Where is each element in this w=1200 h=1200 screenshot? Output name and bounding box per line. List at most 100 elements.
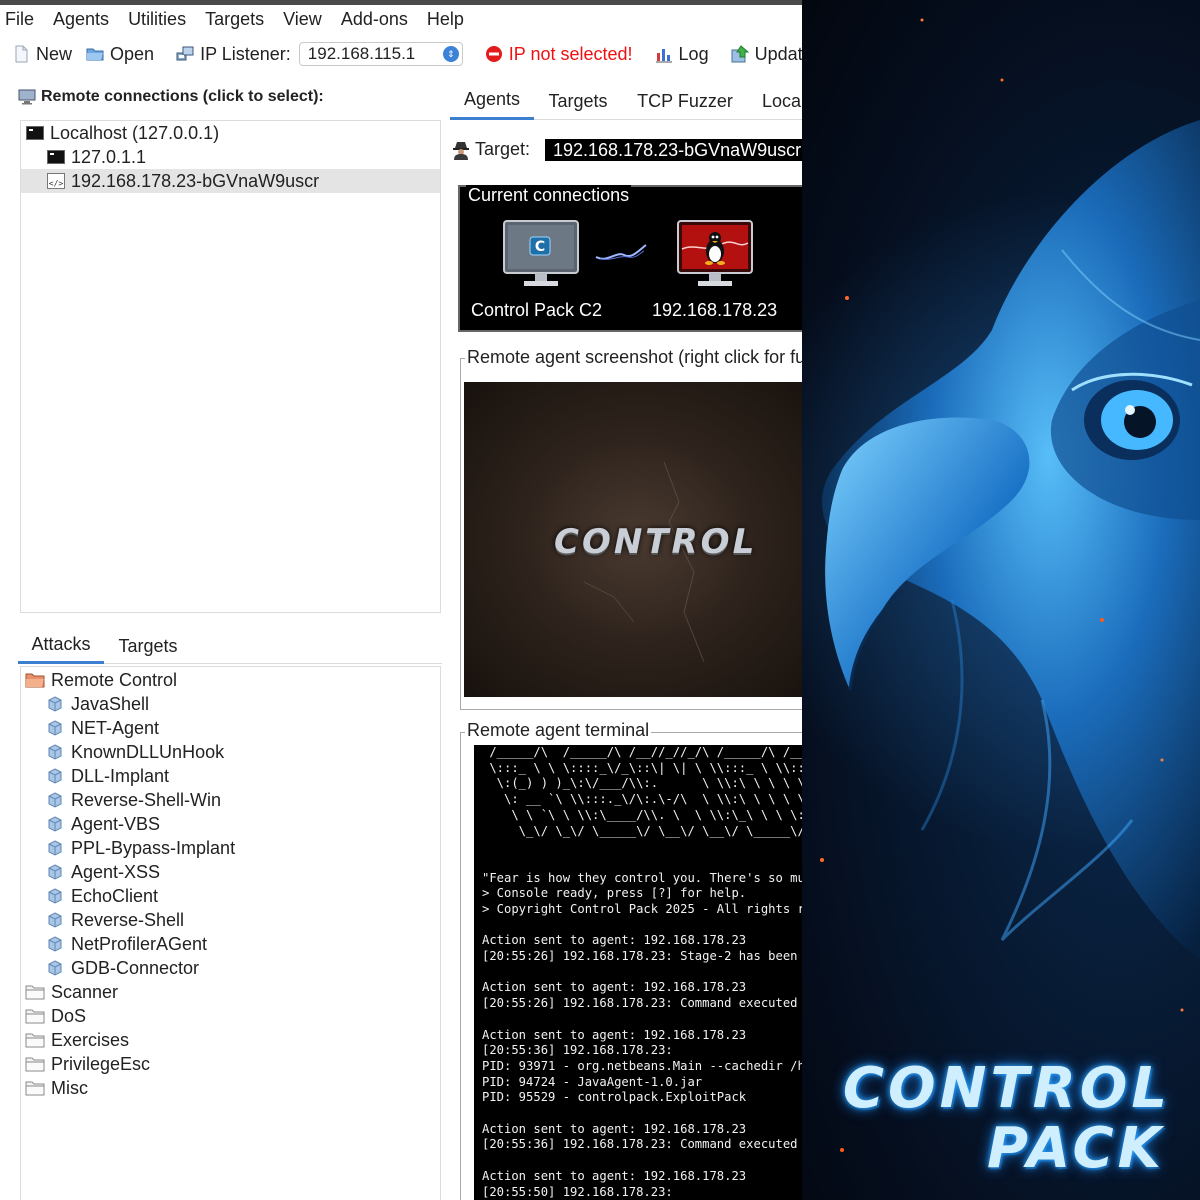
tab-agents[interactable]: Agents: [450, 82, 534, 120]
log-label: Log: [678, 43, 709, 64]
folder-label: DoS: [51, 1005, 87, 1026]
control-pack-window: File Agents Utilities Targets View Add-o…: [0, 0, 802, 1200]
tree-folder[interactable]: DoS: [21, 1004, 440, 1028]
folder-icon: [25, 1033, 45, 1048]
menu-utilities[interactable]: Utilities: [128, 9, 186, 30]
remote-agent-terminal[interactable]: /_____/\ /_____/\ /__//_//_/\ /_____/\ /…: [474, 745, 802, 1200]
open-label: Open: [110, 43, 155, 64]
main-tab-bar: Agents Targets TCP Fuzzer Loca: [450, 82, 802, 120]
new-button[interactable]: New: [12, 44, 72, 65]
ip-listener-value: 192.168.115.1: [307, 44, 416, 63]
tree-item-attack[interactable]: GDB-Connector: [21, 956, 440, 980]
tree-item-attack[interactable]: Reverse-Shell: [21, 908, 440, 932]
attack-label: NET-Agent: [71, 717, 160, 738]
attack-items: JavaShell NET-Agent KnownDLLUnHook DLL-Impl…: [21, 692, 440, 980]
attack-label: KnownDLLUnHook: [71, 741, 225, 762]
attack-label: GDB-Connector: [71, 957, 200, 978]
terminal-line: \_\/ \_\/ \_____\/ \__\/ \__\/ \_____\/ …: [518, 823, 802, 838]
terminal-line: [20:55:36] 192.168.178.23:: [482, 1043, 673, 1058]
toolbar: New Open IP Listener: 192.168.115.1 ⇕ IP…: [0, 36, 802, 72]
c2-monitor-icon: C: [503, 220, 579, 286]
tab-local[interactable]: Loca: [748, 82, 802, 120]
tree-folder[interactable]: Exercises: [21, 1028, 440, 1052]
open-button[interactable]: Open: [86, 44, 154, 65]
remote-host-label: 192.168.178.23: [652, 300, 778, 320]
tab-attacks[interactable]: Attacks: [18, 628, 104, 664]
tree-item-attack[interactable]: NET-Agent: [21, 716, 440, 740]
screenshot-logo-text: CONTROL: [554, 522, 758, 562]
tree-item-attack[interactable]: KnownDLLUnHook: [21, 740, 440, 764]
menu-help[interactable]: Help: [427, 9, 464, 30]
menu-view[interactable]: View: [283, 9, 322, 30]
module-cube-icon: [48, 840, 62, 856]
attack-label: Agent-VBS: [71, 813, 161, 834]
remote-control-label: Remote Control: [51, 669, 178, 690]
target-value: 192.168.178.23-bGVnaW9uscr: [545, 139, 802, 161]
ip-listener-label: IP Listener:: [200, 43, 291, 64]
agent-label: 192.168.178.23-bGVnaW9uscr: [71, 170, 320, 191]
lightning-link-icon: [595, 244, 647, 260]
update-button[interactable]: Update: [731, 44, 802, 65]
attack-label: Reverse-Shell-Win: [71, 789, 222, 810]
screenshot-title: Remote agent screenshot (right click for…: [465, 347, 802, 368]
module-cube-icon: [48, 696, 62, 712]
folder-icon: [25, 1057, 45, 1072]
folder-label: Exercises: [51, 1029, 130, 1050]
log-button[interactable]: Log: [655, 44, 709, 65]
tree-item-attack[interactable]: JavaShell: [21, 692, 440, 716]
module-cube-icon: [48, 768, 62, 784]
menu-targets[interactable]: Targets: [205, 9, 264, 30]
remote-screenshot-image[interactable]: CONTROL: [464, 382, 802, 697]
terminal-icon: [47, 150, 65, 164]
tree-node-agent-selected[interactable]: </> 192.168.178.23-bGVnaW9uscr: [21, 169, 440, 193]
tree-folder[interactable]: Scanner: [21, 980, 440, 1004]
tree-item-attack[interactable]: NetProfilerAGent: [21, 932, 440, 956]
no-entry-icon: [485, 46, 502, 62]
tree-node-localhost[interactable]: Localhost (127.0.0.1): [21, 121, 440, 145]
tab-targets[interactable]: Targets: [108, 628, 188, 664]
agent-label: 127.0.1.1: [71, 146, 147, 167]
target-label-row: Target:: [452, 139, 530, 160]
tree-item-attack[interactable]: Reverse-Shell-Win: [21, 788, 440, 812]
terminal-line: > Copyright Control Pack 2025 - All righ…: [482, 902, 802, 916]
update-icon: [731, 45, 749, 63]
terminal-line: "Fear is how they control you. There's s…: [482, 870, 802, 885]
terminal-line: PID: 95529 - controlpack.ExploitPack: [482, 1090, 747, 1105]
tree-item-attack[interactable]: PPL-Bypass-Implant: [21, 836, 440, 860]
attack-label: PPL-Bypass-Implant: [71, 837, 236, 858]
tree-folder[interactable]: Misc: [21, 1076, 440, 1100]
remote-connections-tree: Localhost (127.0.0.1) 127.0.1.1 </> 192.…: [20, 120, 441, 613]
tree-item-attack[interactable]: Agent-VBS: [21, 812, 440, 836]
target-label: Target:: [475, 139, 531, 159]
tree-node-agent[interactable]: 127.0.1.1: [21, 145, 440, 169]
terminal-line: Action sent to agent: 192.168.178.23: [482, 1168, 747, 1183]
ip-listener-input[interactable]: 192.168.115.1 ⇕: [298, 42, 463, 66]
folder-icon: [25, 985, 45, 1000]
ip-listener: IP Listener: 192.168.115.1 ⇕: [176, 42, 463, 66]
tree-item-attack[interactable]: Agent-XSS: [21, 860, 440, 884]
current-connections-title: Current connections: [466, 185, 632, 206]
module-cube-icon: [48, 912, 62, 928]
update-label: Update: [754, 43, 802, 64]
tree-item-attack[interactable]: EchoClient: [21, 884, 440, 908]
tree-folder-remote-control[interactable]: Remote Control: [21, 668, 440, 692]
menu-file[interactable]: File: [5, 9, 34, 30]
folder-label: PrivilegeEsc: [51, 1053, 151, 1074]
menu-bar: File Agents Utilities Targets View Add-o…: [0, 5, 802, 33]
attacks-tree: Remote Control JavaShell NET-Agent KnownDL…: [20, 666, 441, 1200]
tab-targets-main[interactable]: Targets: [534, 82, 622, 120]
remote-connections-label: Remote connections (click to select):: [41, 88, 324, 105]
tree-folder[interactable]: PrivilegeEsc: [21, 1052, 440, 1076]
tree-item-attack[interactable]: DLL-Implant: [21, 764, 440, 788]
menu-agents[interactable]: Agents: [53, 9, 109, 30]
network-icon: [176, 46, 194, 61]
c2-label: Control Pack C2: [471, 300, 603, 320]
spinner-arrows-icon[interactable]: ⇕: [442, 46, 459, 62]
menu-add-ons[interactable]: Add-ons: [341, 9, 408, 30]
tab-tcp-fuzzer[interactable]: TCP Fuzzer: [622, 82, 748, 120]
artwork-title-line2: PACK: [986, 1116, 1165, 1181]
